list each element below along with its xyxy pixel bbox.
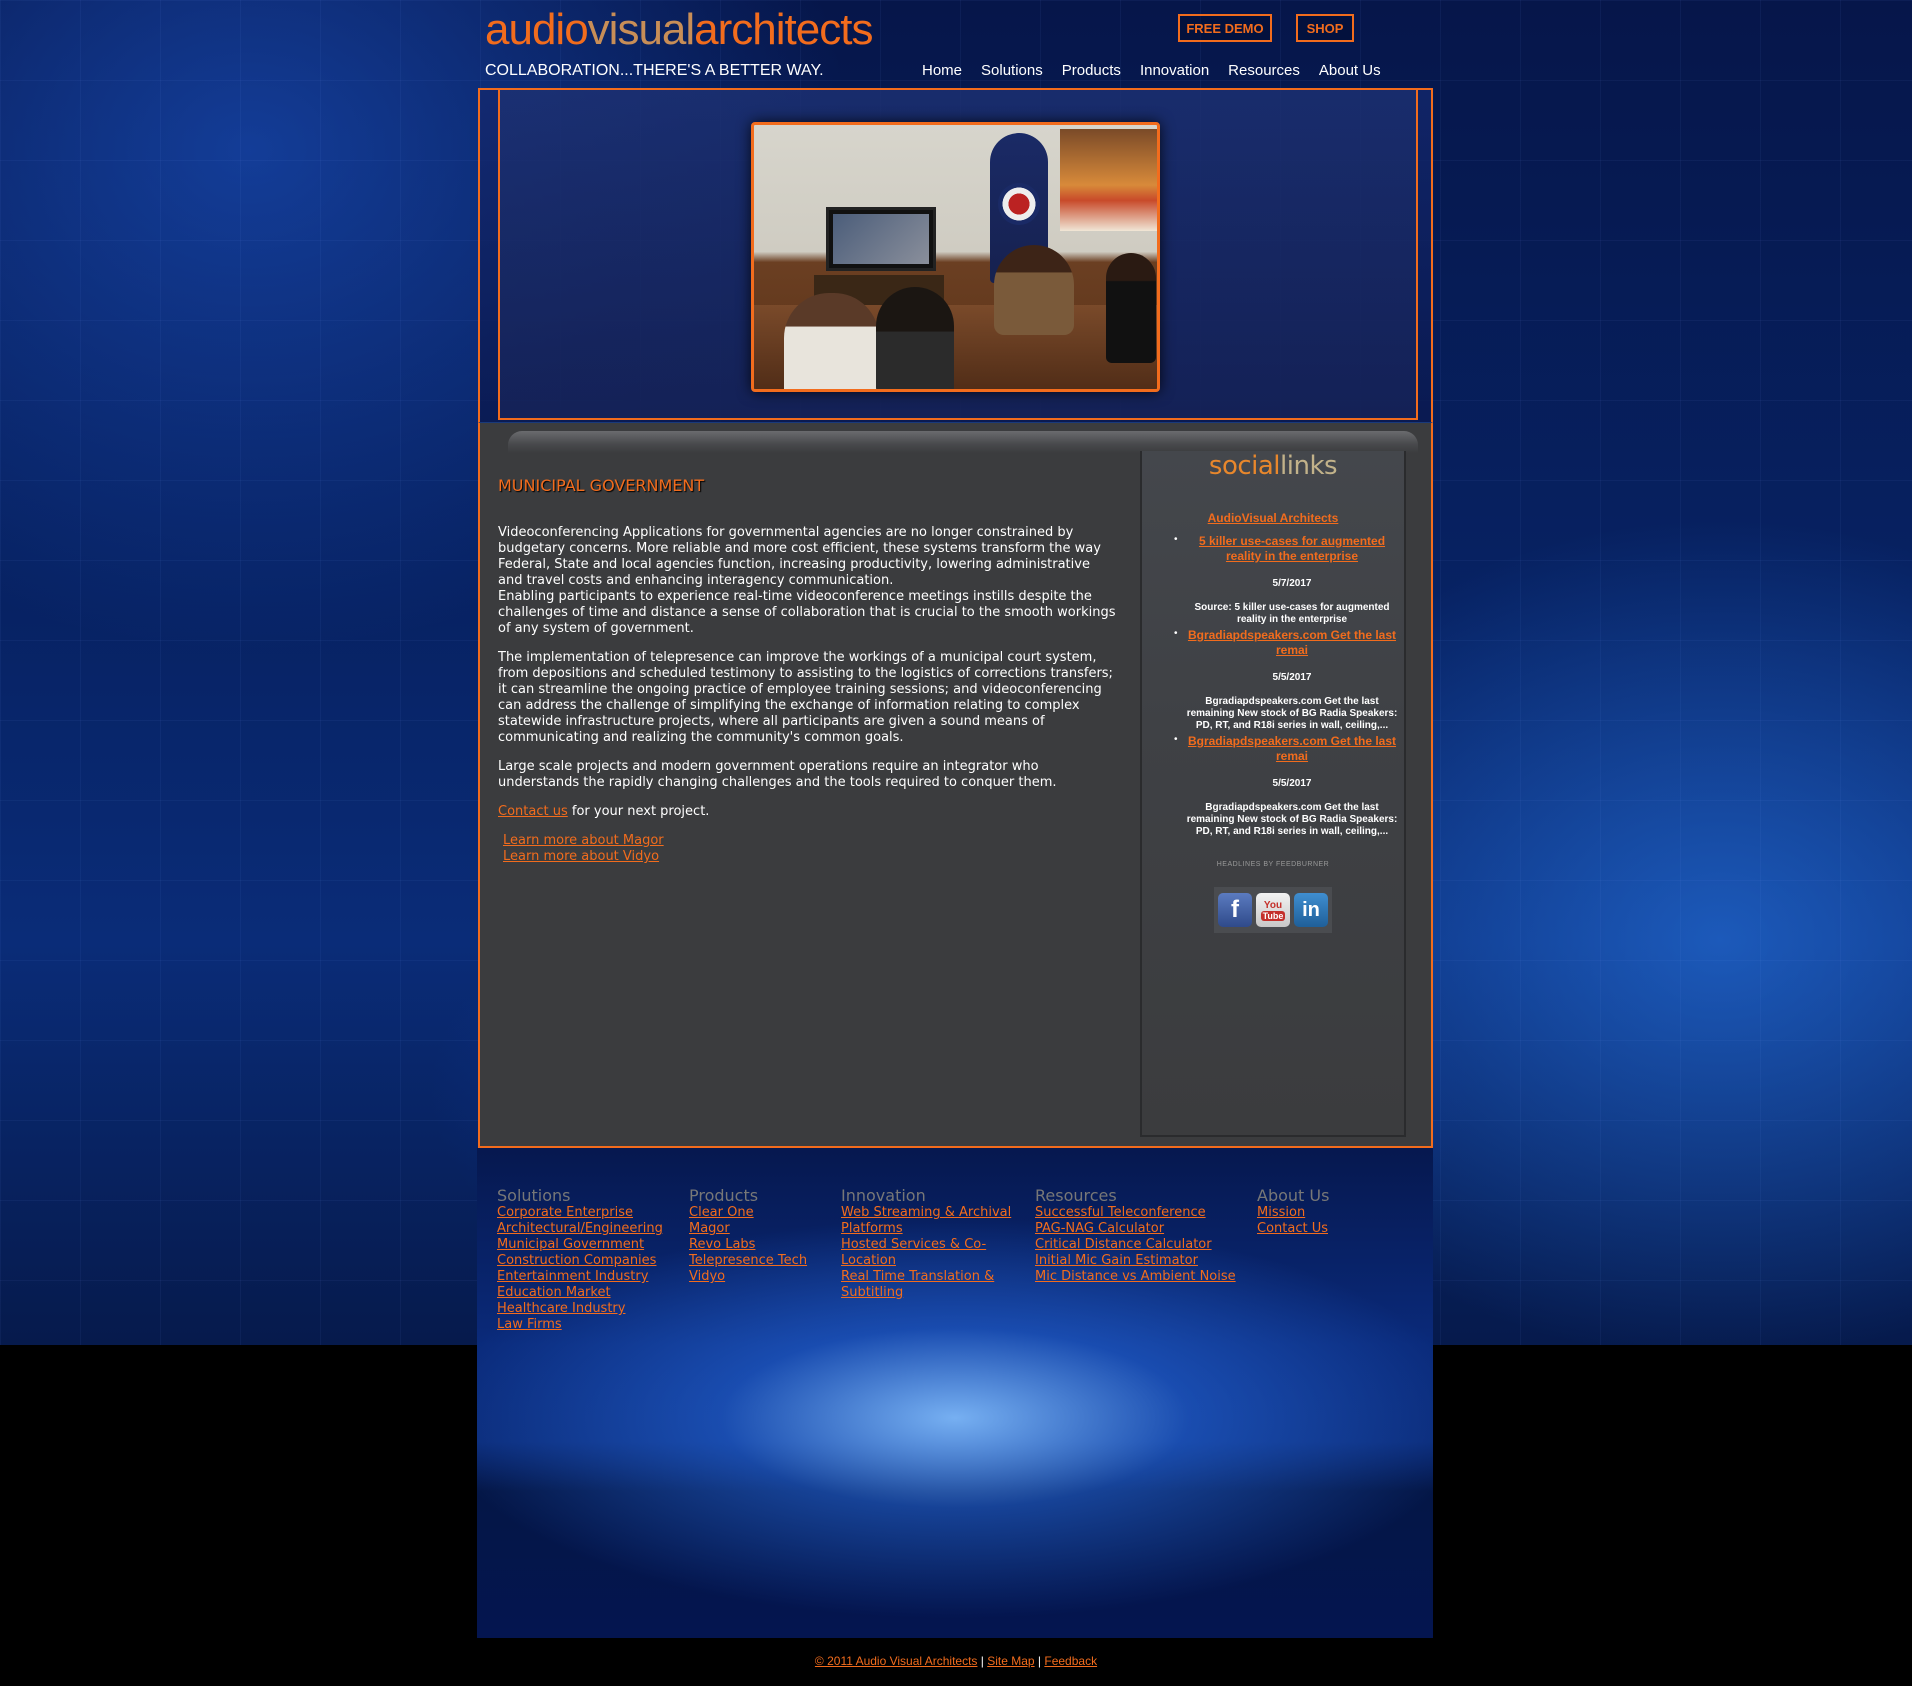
feed-item-date: 5/5/2017 [1272, 672, 1312, 683]
footer-link[interactable]: Healthcare Industry [497, 1301, 663, 1317]
feedburner-badge[interactable]: HEADLINES BY FEEDBURNER [1142, 861, 1404, 868]
footer-link[interactable]: Subtitling [841, 1285, 1011, 1301]
hero-photo-videoconference [751, 122, 1160, 392]
footer-link[interactable]: Successful Teleconference [1035, 1205, 1236, 1221]
feedback-link[interactable]: Feedback [1044, 1654, 1097, 1668]
feed-item-date: 5/7/2017 [1272, 578, 1312, 589]
footer-link[interactable]: Construction Companies [497, 1253, 663, 1269]
footer-link[interactable]: Corporate Enterprise [497, 1205, 663, 1221]
facebook-icon[interactable]: f [1218, 893, 1252, 927]
photo-tv [826, 207, 936, 271]
footer-heading: About Us [1257, 1186, 1330, 1205]
feed-item: 5 killer use-cases for augmented reality… [1162, 534, 1402, 626]
photo-painting [1060, 129, 1157, 231]
photo-person [876, 287, 954, 389]
feed-item-desc: Source: 5 killer use-cases for augmented… [1194, 602, 1390, 625]
copyright-link[interactable]: © 2011 Audio Visual Architects [815, 1654, 978, 1668]
footer-heading: Innovation [841, 1186, 926, 1205]
photo-person [784, 293, 879, 389]
feed-item-desc: Bgradiapdspeakers.com Get the last remai… [1186, 802, 1398, 837]
footer-link[interactable]: Architectural/Engineering [497, 1221, 663, 1237]
nav-about[interactable]: About Us [1319, 62, 1381, 79]
page-title: MUNICIPAL GOVERNMENT [498, 476, 705, 495]
learn-vidyo-link[interactable]: Learn more about Vidyo [503, 849, 659, 864]
feed-item: Bgradiapdspeakers.com Get the last remai… [1162, 734, 1402, 838]
footer-link[interactable]: Real Time Translation & [841, 1269, 1011, 1285]
linkedin-icon[interactable]: in [1294, 893, 1328, 927]
content-shadow-bar [508, 431, 1418, 453]
footer-heading: Resources [1035, 1186, 1117, 1205]
footer-link[interactable]: Vidyo [689, 1269, 807, 1285]
footer-link[interactable]: Location [841, 1253, 1011, 1269]
footer-link[interactable]: Telepresence Tech [689, 1253, 807, 1269]
footer-link[interactable]: Magor [689, 1221, 807, 1237]
main-nav: Home Solutions Products Innovation Resou… [922, 62, 1400, 79]
footer-col-about: About Us Mission Contact Us [1257, 1186, 1329, 1237]
copyright-bar: © 2011 Audio Visual Architects | Site Ma… [814, 1654, 1098, 1668]
photo-tv-screen [833, 214, 929, 264]
feed-item: Bgradiapdspeakers.com Get the last remai… [1162, 628, 1402, 732]
footer-col-innovation: Innovation Web Streaming & Archival Plat… [841, 1186, 1011, 1301]
feed-item-link[interactable]: Bgradiapdspeakers.com Get the last remai [1182, 628, 1402, 658]
feed-item-link[interactable]: 5 killer use-cases for augmented reality… [1182, 534, 1402, 564]
learn-magor-link[interactable]: Learn more about Magor [503, 833, 664, 848]
contact-us-link[interactable]: Contact us [498, 804, 568, 819]
social-links-sidebar: sociallinks AudioVisual Architects 5 kil… [1140, 451, 1406, 1137]
photo-person [994, 245, 1074, 335]
article-body: Videoconferencing Applications for gover… [498, 525, 1118, 865]
feed-title-link[interactable]: AudioVisual Architects [1142, 511, 1404, 525]
footer-col-solutions: Solutions Corporate Enterprise Architect… [497, 1186, 663, 1333]
footer-link[interactable]: Platforms [841, 1221, 1011, 1237]
sidebar-title: sociallinks [1208, 451, 1338, 481]
paragraph: Contact us for your next project. [498, 804, 710, 819]
site-logo[interactable]: audiovisualarchitects [485, 5, 873, 55]
nav-resources[interactable]: Resources [1228, 62, 1300, 79]
footer-link[interactable]: Revo Labs [689, 1237, 807, 1253]
photo-person [1106, 253, 1156, 363]
footer-link[interactable]: Hosted Services & Co- [841, 1237, 1011, 1253]
footer-link[interactable]: Education Market [497, 1285, 663, 1301]
feed-item-desc: Bgradiapdspeakers.com Get the last remai… [1186, 696, 1398, 731]
footer-heading: Products [689, 1186, 759, 1205]
photo-seal [998, 183, 1040, 225]
footer-link[interactable]: Mission [1257, 1205, 1329, 1221]
nav-solutions[interactable]: Solutions [981, 62, 1043, 79]
footer-link[interactable]: Web Streaming & Archival [841, 1205, 1011, 1221]
footer-link[interactable]: Critical Distance Calculator [1035, 1237, 1236, 1253]
feed-item-date: 5/5/2017 [1272, 778, 1312, 789]
footer-heading: Solutions [497, 1186, 571, 1205]
nav-products[interactable]: Products [1062, 62, 1121, 79]
feed-list: 5 killer use-cases for augmented reality… [1162, 534, 1402, 840]
footer-link[interactable]: Clear One [689, 1205, 807, 1221]
footer: Solutions Corporate Enterprise Architect… [477, 1148, 1433, 1638]
content-area: MUNICIPAL GOVERNMENT Videoconferencing A… [478, 422, 1433, 1148]
sitemap-link[interactable]: Site Map [987, 1654, 1034, 1668]
footer-col-resources: Resources Successful Teleconference PAG-… [1035, 1186, 1236, 1285]
nav-innovation[interactable]: Innovation [1140, 62, 1209, 79]
footer-link[interactable]: Initial Mic Gain Estimator [1035, 1253, 1236, 1269]
tagline: COLLABORATION...THERE'S A BETTER WAY. [485, 62, 824, 79]
footer-col-products: Products Clear One Magor Revo Labs Telep… [689, 1186, 807, 1285]
footer-link[interactable]: Mic Distance vs Ambient Noise [1035, 1269, 1236, 1285]
shop-button[interactable]: SHOP [1296, 14, 1354, 42]
footer-link[interactable]: PAG-NAG Calculator [1035, 1221, 1236, 1237]
nav-home[interactable]: Home [922, 62, 962, 79]
paragraph: Videoconferencing Applications for gover… [498, 525, 1116, 636]
feed-item-link[interactable]: Bgradiapdspeakers.com Get the last remai [1182, 734, 1402, 764]
footer-link[interactable]: Law Firms [497, 1317, 663, 1333]
footer-link[interactable]: Contact Us [1257, 1221, 1329, 1237]
footer-link[interactable]: Municipal Government [497, 1237, 663, 1253]
social-icons: f You Tube in [1214, 887, 1332, 933]
paragraph: Large scale projects and modern governme… [498, 759, 1057, 790]
youtube-icon[interactable]: You Tube [1256, 893, 1290, 927]
free-demo-button[interactable]: FREE DEMO [1178, 14, 1272, 42]
paragraph: The implementation of telepresence can i… [498, 650, 1113, 745]
footer-link[interactable]: Entertainment Industry [497, 1269, 663, 1285]
